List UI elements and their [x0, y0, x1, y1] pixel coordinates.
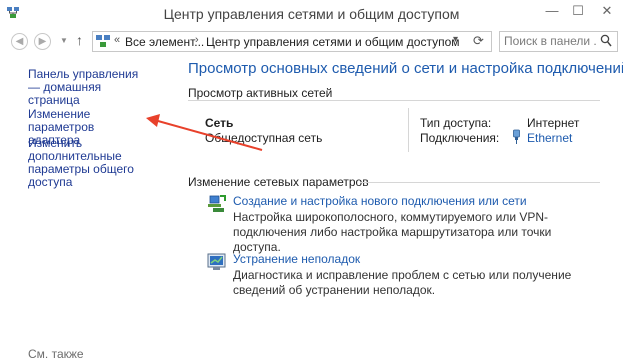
network-name: Сеть [205, 116, 234, 130]
title-bar: Центр управления сетями и общим доступом… [0, 0, 623, 28]
breadcrumb-all-items[interactable]: Все элемент... [125, 35, 204, 49]
new-connection-icon [208, 195, 226, 212]
ethernet-connection-link[interactable]: Ethernet [527, 131, 572, 145]
maximize-button[interactable]: ☐ [568, 3, 588, 19]
access-type-value: Интернет [527, 116, 580, 130]
network-type-link[interactable]: Общедоступная сеть [205, 131, 322, 145]
search-input[interactable] [504, 34, 596, 48]
recent-pages-dropdown-icon[interactable]: ▼ [60, 36, 68, 45]
connections-label: Подключения: [420, 131, 500, 145]
network-info-divider [408, 108, 409, 152]
change-network-settings-heading: Изменение сетевых параметров [188, 175, 369, 189]
troubleshoot-icon [207, 253, 226, 270]
back-icon[interactable]: ◀ [11, 33, 28, 50]
navigation-bar: ◀ ▶ ▼ ↑ « Все элемент... › Центр управле… [0, 28, 623, 54]
breadcrumb-separator[interactable]: › [195, 34, 199, 46]
network-center-window: Центр управления сетями и общим доступом… [0, 0, 623, 361]
overflow-chevrons[interactable]: « [114, 34, 120, 46]
window-title: Центр управления сетями и общим доступом [163, 6, 460, 22]
active-networks-heading: Просмотр активных сетей [188, 86, 333, 100]
troubleshoot-link[interactable]: Устранение неполадок [233, 252, 360, 266]
access-type-label: Тип доступа: [420, 116, 492, 130]
section-divider [188, 100, 600, 101]
search-icon[interactable] [600, 34, 612, 48]
ethernet-icon [513, 129, 520, 144]
troubleshoot-description: Диагностика и исправление проблем с сеть… [233, 268, 572, 297]
address-bar[interactable]: « Все элемент... › Центр управления сетя… [92, 31, 492, 52]
refresh-icon[interactable]: ⟳ [473, 33, 484, 49]
breadcrumb-current[interactable]: Центр управления сетями и общим доступом [206, 35, 460, 49]
control-panel-icon [96, 35, 110, 47]
control-panel-home-link[interactable]: Панель управления — домашняя страница [28, 68, 146, 107]
setup-new-connection-link[interactable]: Создание и настройка нового подключения … [233, 194, 527, 208]
setup-new-connection-description: Настройка широкополосного, коммутируемог… [233, 210, 552, 254]
up-icon[interactable]: ↑ [76, 32, 83, 48]
forward-icon[interactable]: ▶ [34, 33, 51, 50]
address-dropdown-icon[interactable]: ▾ [453, 34, 458, 45]
page-title: Просмотр основных сведений о сети и наст… [188, 60, 623, 77]
section-divider [360, 182, 600, 183]
advanced-sharing-settings-link[interactable]: Изменить дополнительные параметры общего… [28, 137, 178, 189]
search-box[interactable] [499, 31, 618, 52]
close-button[interactable]: ✕ [597, 3, 617, 19]
minimize-button[interactable]: — [542, 3, 562, 19]
